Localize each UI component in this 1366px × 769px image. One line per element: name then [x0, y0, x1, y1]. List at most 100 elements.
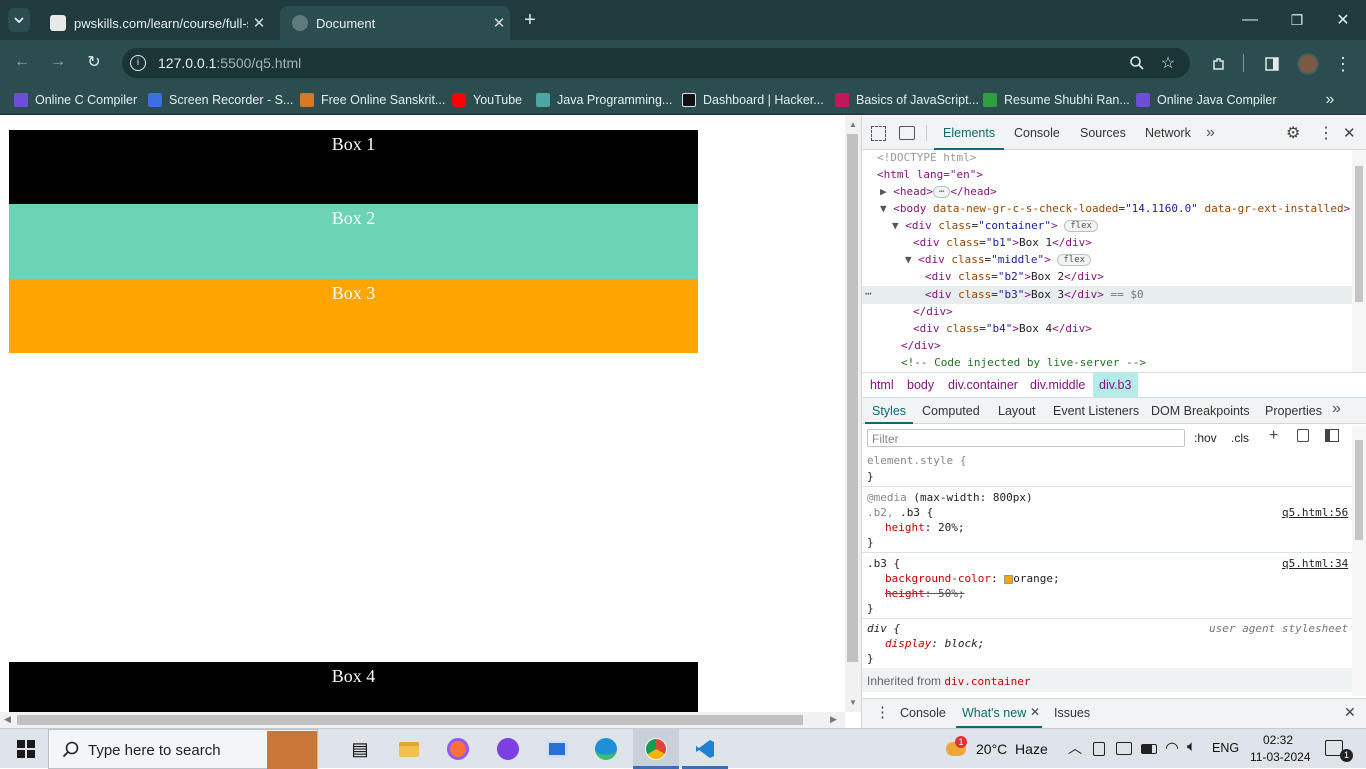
drawer-tab-whats-new[interactable]: What's new: [962, 706, 1026, 720]
app-window-icon[interactable]: [545, 737, 569, 761]
side-panel-icon[interactable]: [1260, 52, 1284, 76]
scroll-thumb[interactable]: [1355, 440, 1363, 540]
dom-div-b3[interactable]: <div class="b3">Box 3</div> == $0: [925, 288, 1144, 301]
tab-console[interactable]: Console: [1014, 126, 1060, 140]
settings-gear-icon[interactable]: ⚙: [1286, 123, 1300, 143]
dom-comment[interactable]: <!-- Code injected by live-server -->: [901, 356, 1146, 369]
device-toolbar-icon[interactable]: [899, 126, 915, 140]
collapse-arrow-icon[interactable]: ▼: [880, 202, 893, 215]
paint-brush-icon[interactable]: [1297, 429, 1309, 442]
vscode-icon[interactable]: [693, 737, 717, 761]
source-link[interactable]: q5.html:56: [1282, 506, 1348, 519]
scroll-down-arrow[interactable]: ▼: [849, 698, 857, 707]
tab-search-button[interactable]: [8, 8, 30, 32]
page-horizontal-scrollbar[interactable]: ◀ ▶: [0, 712, 845, 728]
close-tab-icon[interactable]: ✕: [248, 14, 270, 32]
close-devtools-icon[interactable]: ✕: [1343, 124, 1356, 142]
expand-arrow-icon[interactable]: ▶: [880, 185, 893, 198]
media-rule-selector[interactable]: .b2, .b3 {: [867, 506, 933, 519]
breadcrumb-div-middle[interactable]: div.middle: [1030, 378, 1085, 392]
file-explorer-icon[interactable]: [397, 737, 421, 761]
page-vertical-scrollbar[interactable]: ▲ ▼: [845, 116, 861, 712]
dom-body[interactable]: ▼ <body data-new-gr-c-s-check-loaded="14…: [880, 202, 1350, 215]
tab-elements[interactable]: Elements: [943, 126, 995, 140]
reload-button[interactable]: ↻: [82, 50, 106, 74]
chrome-icon[interactable]: [644, 737, 668, 761]
wifi-icon[interactable]: ◠: [1165, 738, 1179, 758]
toggle-sidebar-icon[interactable]: [1325, 429, 1339, 442]
tab-sources[interactable]: Sources: [1080, 126, 1126, 140]
bookmark-resume[interactable]: Resume Shubhi Ran...: [983, 91, 1130, 109]
scroll-right-arrow[interactable]: ▶: [830, 714, 837, 725]
bookmark-online-java-compiler[interactable]: Online Java Compiler: [1136, 91, 1277, 109]
bookmark-java-programming[interactable]: Java Programming...: [536, 91, 672, 109]
collapse-arrow-icon[interactable]: ▼: [892, 219, 905, 232]
menu-kebab-icon[interactable]: ⋮: [1332, 52, 1354, 76]
dom-div-b1[interactable]: <div class="b1">Box 1</div>: [913, 236, 1092, 249]
tab-properties[interactable]: Properties: [1265, 404, 1322, 418]
styles-scrollbar[interactable]: [1352, 426, 1366, 696]
close-tab-icon[interactable]: ✕: [1030, 705, 1040, 719]
css-declaration-overridden[interactable]: height: 50%;: [885, 587, 965, 600]
new-tab-button[interactable]: +: [518, 8, 542, 32]
b3-rule-selector[interactable]: .b3 {: [867, 557, 900, 570]
hov-button[interactable]: :hov: [1194, 431, 1217, 445]
close-drawer-icon[interactable]: ✕: [1344, 704, 1356, 721]
dom-div-middle[interactable]: ▼ <div class="middle"> flex: [905, 253, 1092, 266]
back-button[interactable]: ←: [10, 50, 34, 74]
more-tabs-icon[interactable]: »: [1332, 400, 1341, 418]
extensions-icon[interactable]: [1207, 52, 1231, 76]
app-mask-icon[interactable]: [496, 737, 520, 761]
dom-div-container[interactable]: ▼ <div class="container"> flex: [892, 219, 1098, 232]
close-window-button[interactable]: ✕: [1329, 8, 1357, 32]
dom-head[interactable]: ▶ <head> ⋯ </head>: [880, 185, 997, 198]
zoom-icon[interactable]: [1125, 51, 1149, 75]
dom-doctype[interactable]: <!DOCTYPE html>: [877, 151, 976, 164]
bookmark-sanskrit[interactable]: Free Online Sanskrit...: [300, 91, 445, 109]
scroll-thumb[interactable]: [1355, 166, 1363, 302]
dom-div-container-close[interactable]: </div>: [901, 339, 941, 352]
close-tab-icon[interactable]: ✕: [488, 14, 510, 32]
ellipsis-icon[interactable]: ⋯: [933, 186, 951, 198]
restore-button[interactable]: ❐: [1283, 8, 1311, 32]
flex-badge[interactable]: flex: [1057, 254, 1092, 266]
bookmark-online-c-compiler[interactable]: Online C Compiler: [14, 91, 137, 109]
cls-button[interactable]: .cls: [1231, 431, 1249, 445]
bookmark-javascript-basics[interactable]: Basics of JavaScript...: [835, 91, 979, 109]
dom-div-b2[interactable]: <div class="b2">Box 2</div>: [925, 270, 1104, 283]
scroll-thumb[interactable]: [847, 134, 858, 662]
minimize-button[interactable]: —: [1236, 8, 1264, 32]
color-swatch[interactable]: [1004, 574, 1014, 584]
address-bar[interactable]: i 127.0.0.1:5500/q5.html ☆: [122, 48, 1190, 78]
tab-styles[interactable]: Styles: [872, 404, 906, 418]
tab-document[interactable]: Document ✕: [280, 6, 510, 40]
tab-pwskills[interactable]: pwskills.com/learn/course/full-s ✕: [38, 6, 270, 40]
dom-tree-scrollbar[interactable]: [1352, 150, 1366, 372]
profile-avatar[interactable]: [1297, 53, 1319, 75]
display-icon[interactable]: [1116, 742, 1132, 755]
clock-date[interactable]: 11-03-2024: [1250, 750, 1311, 764]
breadcrumb-html[interactable]: html: [870, 378, 894, 392]
element-style-selector[interactable]: element.style {: [867, 454, 966, 467]
tab-dom-breakpoints[interactable]: DOM Breakpoints: [1151, 404, 1250, 418]
windows-start-icon[interactable]: [14, 737, 38, 761]
battery-icon[interactable]: [1141, 744, 1157, 754]
edge-icon[interactable]: [594, 737, 618, 761]
dom-div-b4[interactable]: <div class="b4">Box 4</div>: [913, 322, 1092, 335]
filter-input[interactable]: Filter: [867, 429, 1185, 447]
tab-network[interactable]: Network: [1145, 126, 1191, 140]
site-info-icon[interactable]: i: [130, 55, 146, 71]
devtools-menu-icon[interactable]: ⋮: [1318, 123, 1334, 143]
clock-time[interactable]: 02:32: [1263, 733, 1293, 747]
tab-computed[interactable]: Computed: [922, 404, 980, 418]
firefox-icon[interactable]: [446, 737, 470, 761]
drawer-tab-console[interactable]: Console: [900, 706, 946, 720]
bookmark-screen-recorder[interactable]: Screen Recorder - S...: [148, 91, 293, 109]
weather-text[interactable]: 20°C Haze: [976, 741, 1048, 757]
div-rule-selector[interactable]: div {: [867, 622, 900, 635]
new-rule-icon[interactable]: +: [1269, 427, 1278, 445]
inherited-source-link[interactable]: div.container: [944, 675, 1030, 688]
breadcrumb-div-container[interactable]: div.container: [948, 378, 1018, 392]
bookmark-youtube[interactable]: YouTube: [452, 91, 522, 109]
scroll-left-arrow[interactable]: ◀: [4, 714, 11, 725]
